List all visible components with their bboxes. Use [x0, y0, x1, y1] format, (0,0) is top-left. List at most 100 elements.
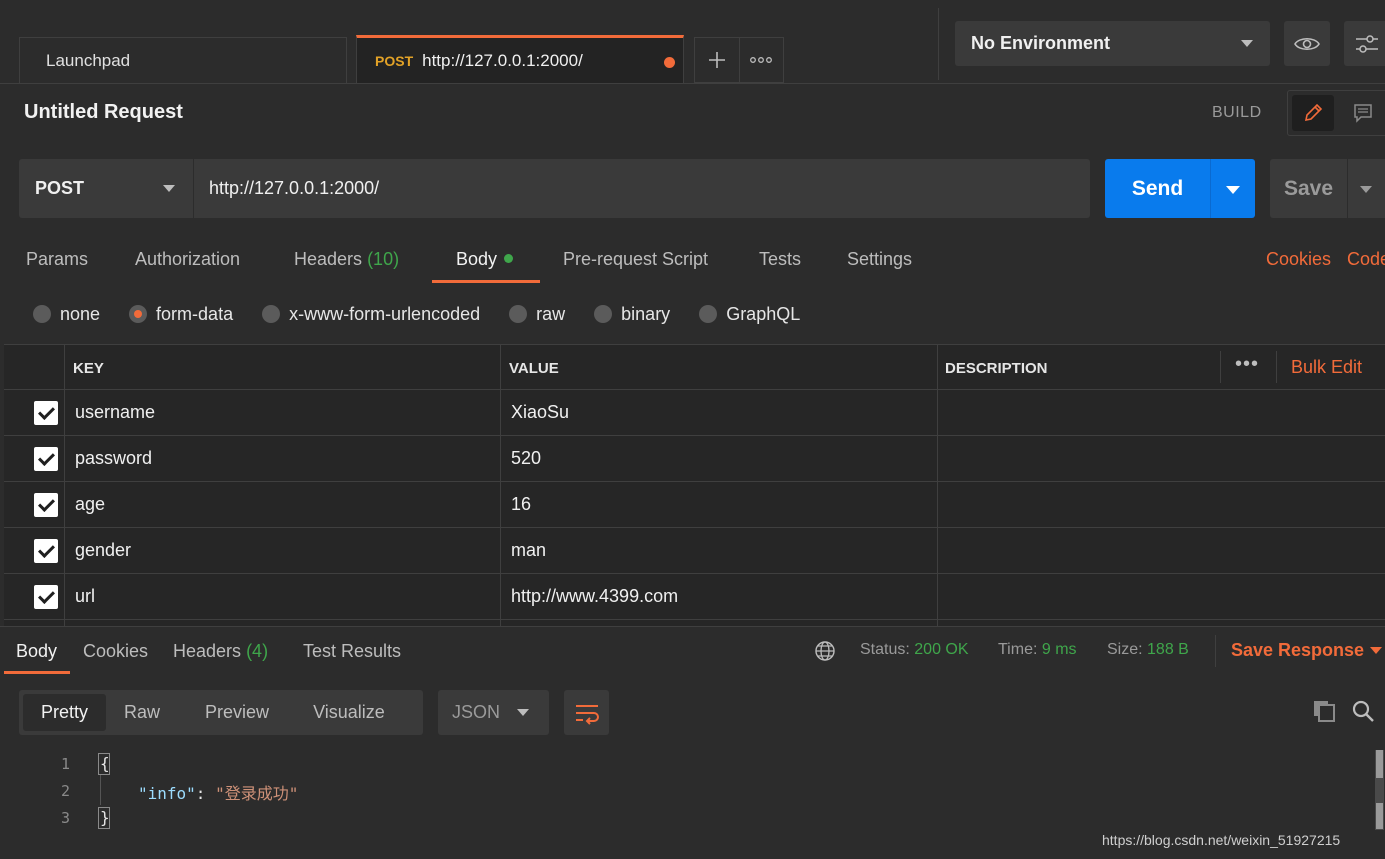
code-scrollbar-thumb[interactable] [1376, 750, 1383, 778]
chevron-down-icon[interactable] [1370, 647, 1382, 654]
table-header-row: KEY VALUE DESCRIPTION ••• Bulk Edit [4, 344, 1385, 390]
environment-select[interactable]: No Environment [955, 21, 1270, 66]
radio-form-data[interactable]: form-data [129, 304, 233, 325]
save-response-button[interactable]: Save Response [1231, 640, 1364, 661]
save-options-button[interactable] [1347, 159, 1385, 218]
row-checkbox[interactable] [34, 585, 58, 609]
build-mode-label: BUILD [1212, 104, 1262, 121]
chevron-down-icon [1241, 40, 1253, 47]
search-icon[interactable] [1351, 699, 1375, 728]
new-tab-plus-icon[interactable] [695, 38, 740, 82]
tab-params[interactable]: Params [26, 249, 88, 270]
environment-quick-look-button[interactable] [1284, 21, 1330, 66]
tab-active-request[interactable]: POST http://127.0.0.1:2000/ [356, 35, 684, 83]
radio-circle [699, 305, 718, 323]
sliders-icon [1356, 34, 1378, 53]
row-key[interactable]: gender [75, 540, 131, 561]
header-separator [1220, 351, 1221, 383]
url-value: http://127.0.0.1:2000/ [209, 178, 380, 198]
row-value[interactable]: XiaoSu [511, 402, 569, 423]
tab-prerequest-script[interactable]: Pre-request Script [563, 249, 708, 270]
response-format-select[interactable]: JSON [438, 690, 549, 735]
topbar-border [0, 83, 1385, 84]
size-value: 188 B [1147, 641, 1189, 658]
cookies-link[interactable]: Cookies [1266, 249, 1331, 270]
radio-form-data-label: form-data [156, 303, 234, 324]
manage-environments-button[interactable] [1344, 21, 1385, 66]
tab-body[interactable]: Body [456, 249, 514, 270]
response-tab-cookies[interactable]: Cookies [83, 641, 148, 662]
tab-headers-count: (10) [367, 249, 400, 269]
row-key[interactable]: password [75, 448, 152, 469]
send-button[interactable]: Send [1105, 159, 1210, 218]
row-key[interactable]: url [75, 586, 95, 607]
radio-circle [33, 305, 51, 323]
tab-tests[interactable]: Tests [759, 249, 801, 270]
response-toolbar-separator [1215, 635, 1216, 667]
radio-graphql[interactable]: GraphQL [699, 304, 800, 325]
mode-toggle [1287, 90, 1385, 136]
line-number: 1 [60, 755, 70, 773]
row-key[interactable]: username [75, 402, 155, 423]
view-preview-button[interactable]: Preview [160, 702, 269, 723]
row-checkbox[interactable] [34, 493, 58, 517]
column-header-key: KEY [73, 360, 104, 377]
globe-icon[interactable] [814, 640, 836, 667]
wrap-lines-button[interactable] [564, 690, 609, 735]
row-checkbox[interactable] [34, 539, 58, 563]
copy-icon[interactable] [1312, 699, 1336, 728]
view-pretty-button[interactable]: Pretty [23, 694, 107, 731]
url-input[interactable]: http://127.0.0.1:2000/ [193, 159, 1090, 218]
view-raw-button[interactable]: Raw [106, 702, 160, 723]
code-scrollbar-marker [1376, 803, 1383, 829]
row-value[interactable]: 520 [511, 448, 541, 469]
form-data-table: KEY VALUE DESCRIPTION ••• Bulk Edit user… [4, 344, 1385, 626]
row-checkbox[interactable] [34, 401, 58, 425]
method-label: POST [35, 178, 85, 198]
tab-authorization[interactable]: Authorization [135, 249, 240, 270]
edit-pencil-icon[interactable] [1292, 95, 1334, 131]
column-options-ellipsis-icon[interactable]: ••• [1235, 353, 1259, 376]
radio-binary[interactable]: binary [594, 304, 670, 325]
code-link[interactable]: Code [1347, 249, 1385, 270]
wrap-lines-icon [575, 704, 599, 725]
table-row: username XiaoSu [4, 390, 1385, 436]
response-tab-body[interactable]: Body [16, 641, 57, 662]
json-value: "登录成功" [215, 784, 299, 803]
column-header-value: VALUE [509, 360, 559, 377]
time-value: 9 ms [1041, 641, 1077, 658]
row-value[interactable]: 16 [511, 494, 531, 515]
row-key[interactable]: age [75, 494, 105, 515]
radio-circle-selected [129, 305, 148, 323]
tab-settings[interactable]: Settings [847, 249, 912, 270]
comments-icon[interactable] [1338, 91, 1385, 135]
method-select[interactable]: POST [19, 159, 193, 218]
response-tab-test-results[interactable]: Test Results [303, 641, 401, 662]
save-button[interactable]: Save [1270, 159, 1347, 218]
more-tabs-ellipsis-icon[interactable] [740, 38, 784, 82]
tab-headers[interactable]: Headers (10) [294, 249, 399, 270]
tab-url-label: http://127.0.0.1:2000/ [422, 50, 583, 70]
json-key: "info" [138, 784, 196, 803]
radio-binary-label: binary [621, 303, 671, 324]
request-title[interactable]: Untitled Request [24, 101, 183, 124]
view-visualize-button[interactable]: Visualize [269, 702, 385, 723]
radio-none-label: none [60, 303, 101, 324]
json-colon: : [195, 784, 216, 803]
tab-headers-label: Headers [294, 249, 363, 269]
send-options-button[interactable] [1210, 159, 1255, 218]
radio-raw[interactable]: raw [509, 304, 565, 325]
tab-launchpad[interactable]: Launchpad [19, 37, 347, 83]
bulk-edit-link[interactable]: Bulk Edit [1291, 357, 1362, 378]
response-active-tab-indicator [4, 671, 70, 674]
row-value[interactable]: http://www.4399.com [511, 586, 678, 607]
active-tab-indicator [432, 280, 540, 283]
response-tab-headers[interactable]: Headers (4) [173, 641, 268, 662]
radio-none[interactable]: none [33, 304, 100, 325]
response-size: Size: 188 B [1107, 641, 1189, 659]
tab-body-label: Body [456, 249, 498, 269]
tab-launchpad-label: Launchpad [46, 50, 131, 70]
row-checkbox[interactable] [34, 447, 58, 471]
row-value[interactable]: man [511, 540, 546, 561]
radio-urlencoded[interactable]: x-www-form-urlencoded [262, 304, 480, 325]
